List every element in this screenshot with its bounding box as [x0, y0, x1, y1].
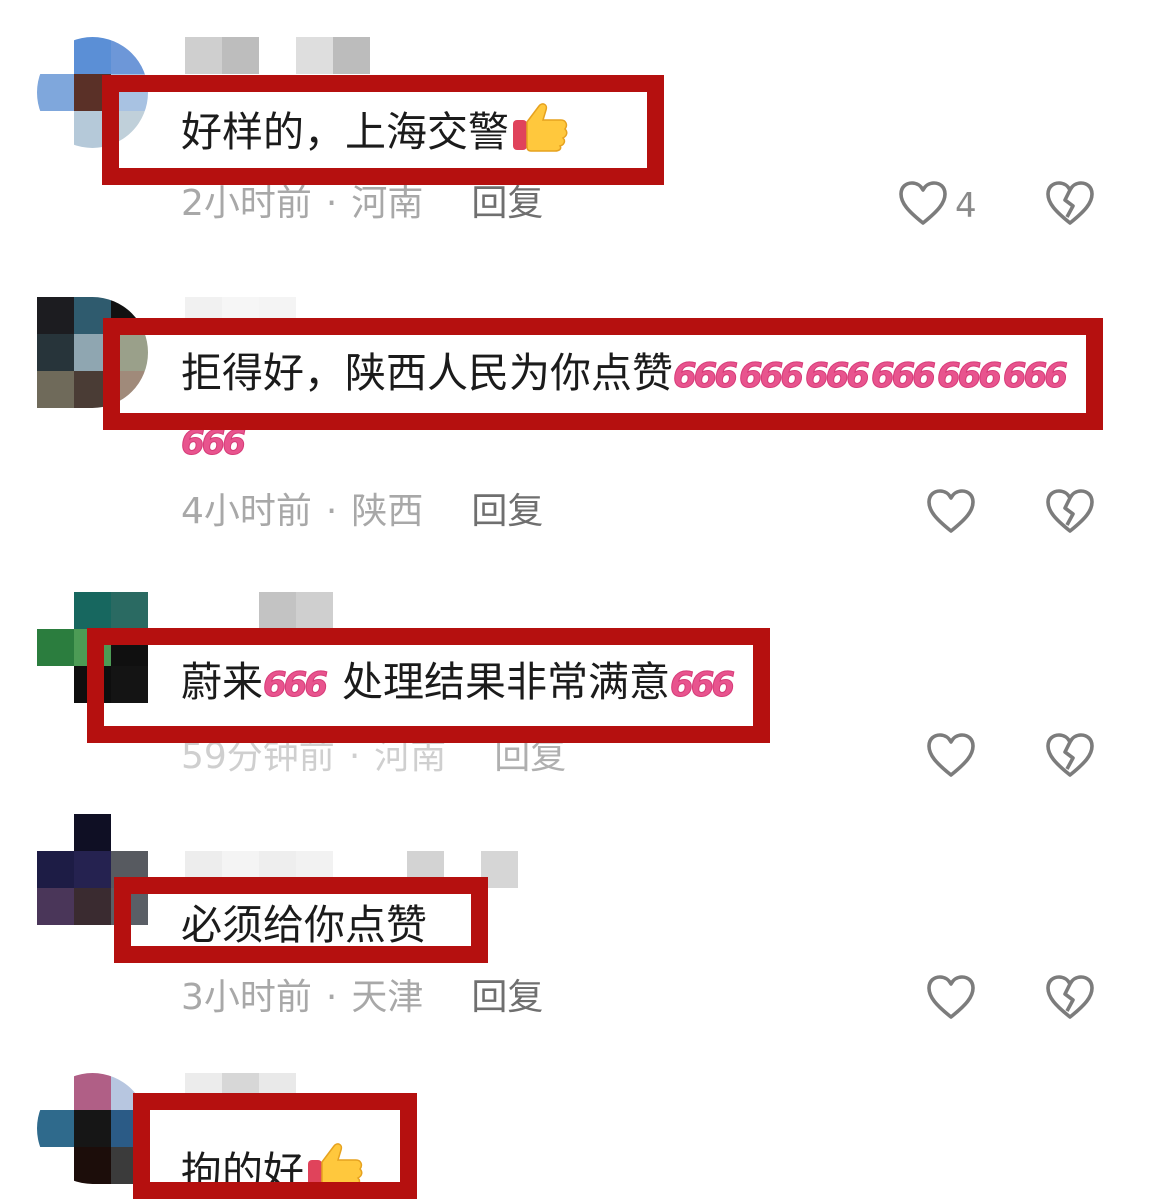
comment-text: 好样的，上海交警 — [181, 100, 569, 162]
timestamp: 4小时前 — [181, 491, 312, 532]
location: 陕西 — [351, 491, 424, 532]
thumbs-up-emoji-icon — [511, 100, 569, 152]
timestamp: 59分钟前 — [181, 736, 335, 777]
like-icon[interactable] — [926, 733, 976, 779]
reply-button[interactable]: 回复 — [471, 491, 543, 532]
avatar[interactable] — [37, 297, 148, 408]
comment-text: 蔚来666 处理结果非常满意666 — [181, 658, 736, 706]
location: 河南 — [351, 183, 424, 224]
avatar[interactable] — [37, 592, 148, 703]
username-redacted[interactable] — [185, 37, 370, 74]
location: 天津 — [351, 977, 424, 1018]
dislike-icon[interactable] — [1045, 975, 1095, 1021]
like-icon[interactable] — [926, 975, 976, 1021]
like-count: 4 — [955, 186, 977, 226]
comment-text: 必须给你点赞 — [181, 901, 427, 949]
username-redacted[interactable] — [259, 592, 333, 629]
comment-meta: 4小时前 · 陕西 回复 — [181, 491, 544, 532]
timestamp: 3小时前 — [181, 977, 312, 1018]
avatar[interactable] — [37, 1073, 148, 1184]
location: 河南 — [374, 736, 447, 777]
avatar[interactable] — [37, 37, 148, 148]
comment-text: 拒得好，陕西人民为你点赞666 666 666 666 666 666 — [181, 343, 1069, 406]
username-redacted[interactable] — [185, 851, 518, 888]
reply-button[interactable]: 回复 — [471, 183, 543, 224]
username-redacted[interactable] — [185, 1073, 296, 1110]
comment-text-continued: 666 — [181, 423, 247, 464]
reply-button[interactable]: 回复 — [471, 977, 543, 1018]
like-icon[interactable] — [926, 489, 976, 535]
comment-meta: 59分钟前 · 河南 回复 — [181, 736, 567, 777]
emoji-666-row: 666 666 666 666 666 666 — [673, 356, 1069, 397]
comment-meta: 3小时前 · 天津 回复 — [181, 977, 544, 1018]
comment-text: 拘的好 — [181, 1140, 364, 1202]
avatar[interactable] — [37, 814, 148, 925]
dislike-icon[interactable] — [1045, 489, 1095, 535]
dislike-icon[interactable] — [1045, 733, 1095, 779]
comment-meta: 2小时前 · 河南 回复 — [181, 183, 544, 224]
username-redacted[interactable] — [185, 297, 296, 334]
like-icon[interactable] — [898, 181, 948, 227]
thumbs-up-emoji-icon — [306, 1140, 364, 1192]
dislike-icon[interactable] — [1045, 181, 1095, 227]
reply-button[interactable]: 回复 — [494, 736, 566, 777]
timestamp: 2小时前 — [181, 183, 312, 224]
